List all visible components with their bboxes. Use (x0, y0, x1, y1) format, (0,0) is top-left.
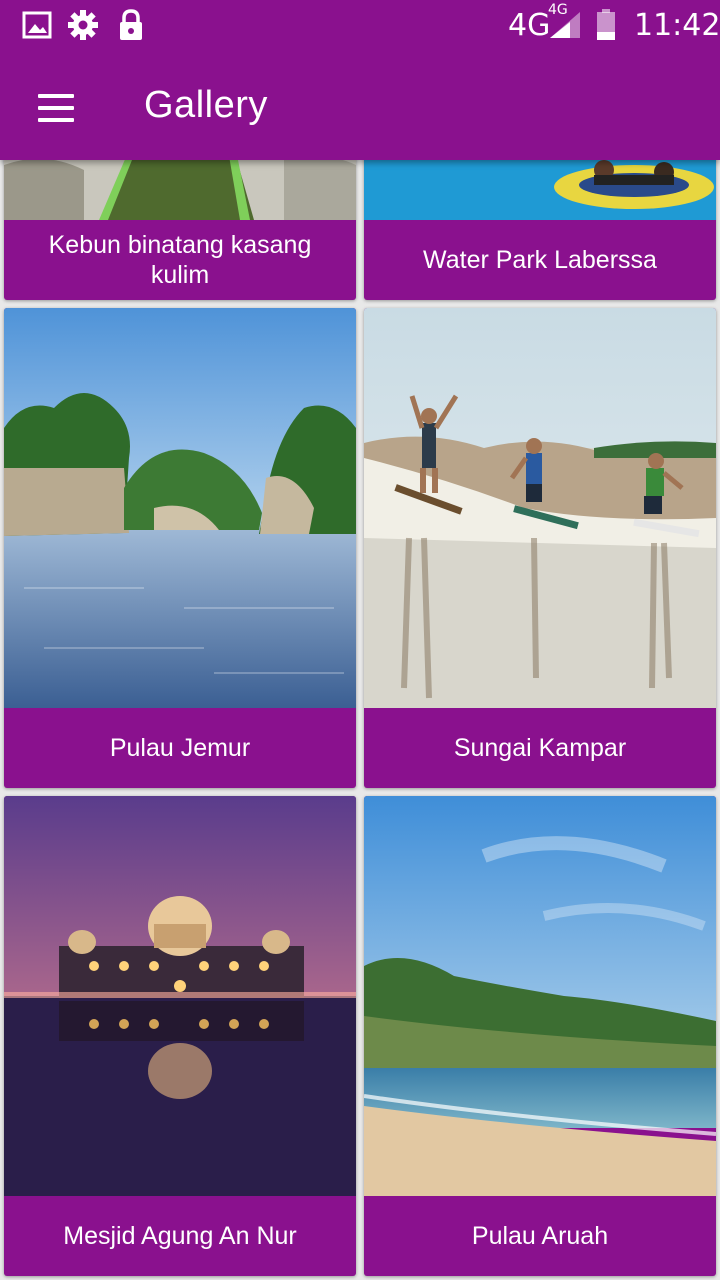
gallery-card-pulau-jemur[interactable]: Pulau Jemur (4, 308, 356, 788)
hamburger-menu-icon (38, 94, 74, 98)
signal-icon (548, 10, 582, 44)
status-bar: 4G 4G 11:42 (0, 0, 720, 52)
gallery-image (364, 796, 716, 1196)
gallery-caption: Sungai Kampar (453, 734, 627, 762)
gallery-caption: Mesjid Agung An Nur (63, 1222, 297, 1250)
gallery-caption: Kebun binatang kasang kulim (48, 231, 312, 289)
battery-icon (594, 8, 618, 42)
gallery-caption: Pulau Aruah (471, 1222, 609, 1250)
gallery-card-pulau-aruah[interactable]: Pulau Aruah (364, 796, 716, 1276)
gallery-image (4, 308, 356, 708)
image-icon (20, 8, 54, 42)
gallery-caption: Pulau Jemur (109, 734, 251, 762)
lock-icon (114, 8, 148, 42)
gallery-card-mesjid-agung[interactable]: Mesjid Agung An Nur (4, 796, 356, 1276)
hamburger-menu-icon-bar (38, 106, 74, 110)
gallery-caption: Water Park Laberssa (423, 246, 657, 274)
gallery-grid: Kebun binatang kasang kulim Water Park L… (0, 0, 720, 1280)
gallery-image (364, 308, 716, 708)
gallery-card-sungai-kampar[interactable]: Sungai Kampar (364, 308, 716, 788)
gear-icon (66, 8, 100, 42)
network-type-label: 4G (508, 8, 551, 43)
gallery-image (4, 796, 356, 1196)
hamburger-menu-icon-bar (38, 118, 74, 122)
app-bar: 4G 4G 11:42 Gallery (0, 0, 720, 160)
menu-button[interactable] (24, 80, 88, 136)
clock: 11:42 (634, 8, 720, 43)
page-title: Gallery (144, 84, 268, 126)
